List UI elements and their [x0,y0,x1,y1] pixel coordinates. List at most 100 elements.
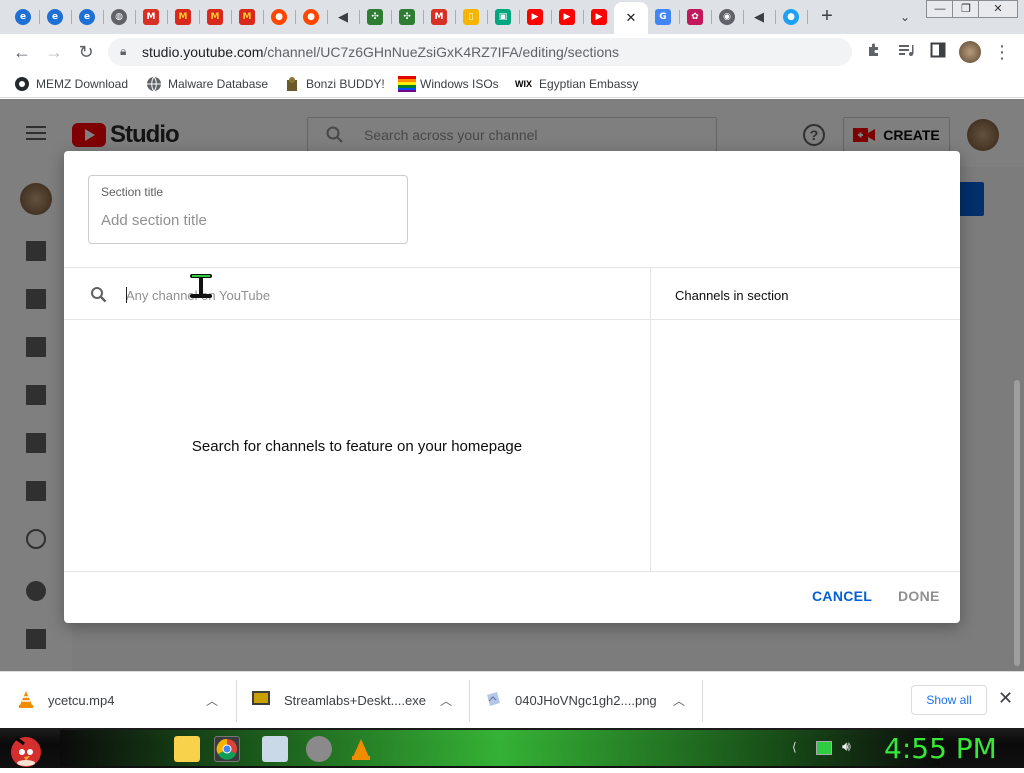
new-tab-button[interactable]: + [815,5,839,29]
url-text: studio.youtube.com/channel/UC7z6GHnNueZs… [142,44,619,60]
side-panel-icon[interactable] [926,40,950,64]
reddit-icon: ● [271,9,287,25]
youtube-icon: ▶ [559,9,575,25]
volume-icon[interactable]: 🔊︎ [842,738,851,755]
chevron-up-icon[interactable]: ︿ [206,692,218,709]
youtube-icon: ▶ [527,9,543,25]
i-beam-cursor-icon [188,272,214,300]
forward-button[interactable]: → [42,40,66,64]
close-window-button[interactable]: ✕ [978,0,1018,18]
bookmark-bonzi-buddy[interactable]: Bonzi BUDDY! [284,76,385,92]
browser-tab[interactable]: ✣ [392,4,422,30]
gmail-icon: M [431,9,447,25]
puzzle-icon: ✣ [367,9,383,25]
download-filename: 040JHoVNgc1gh2....png [515,693,657,708]
menu-kebab-icon[interactable]: ⋮ [990,40,1014,64]
browser-tab[interactable]: ◍ [104,4,134,30]
reddit-icon: ● [303,9,319,25]
divider [469,680,470,722]
back-button[interactable]: ← [10,40,34,64]
tab-separator [807,10,808,24]
bookmark-label: MEMZ Download [36,77,129,91]
download-item[interactable]: Streamlabs+Deskt....exe ︿ [252,672,468,729]
browser-tab[interactable]: M [232,4,262,30]
chevron-up-icon[interactable]: ︿ [673,692,685,709]
close-icon[interactable]: ✕ [998,688,1013,709]
chevron-up-icon[interactable]: ︿ [440,692,452,709]
browser-tab[interactable]: e [40,4,70,30]
show-all-downloads-button[interactable]: Show all [911,685,987,715]
address-bar[interactable]: 🔒︎ studio.youtube.com/channel/UC7z6GHnNu… [108,38,852,66]
browser-tab[interactable]: ▶ [552,4,582,30]
mcdonalds-icon: M [175,9,191,25]
bookmark-memz[interactable]: MEMZ Download [14,76,128,92]
channel-search-row: Any channel on YouTube [64,268,650,320]
chrome-taskbar-icon[interactable] [214,736,240,762]
mcdonalds-icon: M [239,9,255,25]
browser-tab[interactable]: ● [264,4,294,30]
column-divider [650,268,651,572]
browser-tab[interactable]: G [648,4,678,30]
browser-tab[interactable]: ● [296,4,326,30]
browser-tab[interactable]: ▶ [584,4,614,30]
lock-icon: 🔒︎ [120,44,127,58]
browser-tab[interactable]: e [8,4,38,30]
url-host: studio.youtube.com [142,44,264,60]
circle-icon: ● [783,9,799,25]
windows-icon [398,76,416,92]
browser-tab[interactable]: e [72,4,102,30]
bookmark-label: Malware Database [168,77,269,91]
browser-tab[interactable]: ▣ [488,4,518,30]
browser-tab[interactable]: M [136,4,166,30]
bookmark-label: Bonzi BUDDY! [306,77,385,91]
ie-icon: e [47,9,63,25]
browser-tab[interactable]: ✕ [614,2,648,34]
file-explorer-icon[interactable] [174,736,200,762]
tab-search-button[interactable]: ⌄ [895,7,915,27]
extensions-icon[interactable] [862,40,886,64]
bookmarks-bar: MEMZ Download Malware Database Bonzi BUD… [0,70,1024,98]
done-button[interactable]: DONE [898,588,940,604]
bookmark-malware-database[interactable]: Malware Database [146,76,268,92]
browser-tab[interactable]: M [168,4,198,30]
download-item[interactable]: 040JHoVNgc1gh2....png ︿ [485,672,701,729]
browser-tab[interactable]: ✿ [680,4,710,30]
reload-button[interactable]: ↻ [74,40,98,64]
flower-icon: ✿ [687,9,703,25]
browser-tab[interactable]: ▯ [456,4,486,30]
globe-icon: ◍ [111,9,127,25]
section-title-field[interactable]: Section title Add section title [88,175,408,244]
restore-button[interactable]: ❐ [952,0,980,18]
language-icon[interactable]: ⟨ [792,740,806,756]
browser-tab[interactable]: ◉ [712,4,742,30]
notepad-icon[interactable] [262,736,288,762]
page-scrollbar[interactable] [1014,380,1020,666]
network-icon[interactable] [816,741,832,755]
browser-tab[interactable]: ▶ [520,4,550,30]
start-button-angry-bird-icon[interactable] [6,730,46,768]
channels-in-section-header: Channels in section [675,288,789,303]
browser-tab[interactable]: ◀ [328,4,358,30]
media-icon[interactable] [894,40,918,64]
bookmark-windows-isos[interactable]: Windows ISOs [398,76,499,92]
browser-tab[interactable]: M [200,4,230,30]
vlc-taskbar-icon[interactable] [348,736,374,762]
cancel-button[interactable]: CANCEL [812,588,872,604]
wix-icon: WIX [515,79,532,89]
browser-tab[interactable]: ◀ [744,4,774,30]
profile-avatar[interactable] [958,40,982,64]
browser-tab[interactable]: ✣ [360,4,390,30]
bookmark-egyptian-embassy[interactable]: WIX Egyptian Embassy [515,76,638,92]
google-icon: G [655,9,671,25]
browser-tab[interactable]: M [424,4,454,30]
taskbar-clock[interactable]: 4:55 PM [884,732,997,765]
image-file-icon [485,691,501,710]
streamlabs-icon[interactable] [306,736,332,762]
audio-icon: ◀ [754,9,764,25]
url-path: /channel/UC7z6GHnNueZsiGxK4RZ7IFA/editin… [263,44,620,60]
tv-icon: ▣ [495,9,511,25]
download-item[interactable]: ycetcu.mp4 ︿ [18,672,234,729]
browser-tab[interactable]: ● [776,4,806,30]
minimize-button[interactable]: — [926,0,954,18]
close-icon[interactable]: ✕ [623,10,639,26]
